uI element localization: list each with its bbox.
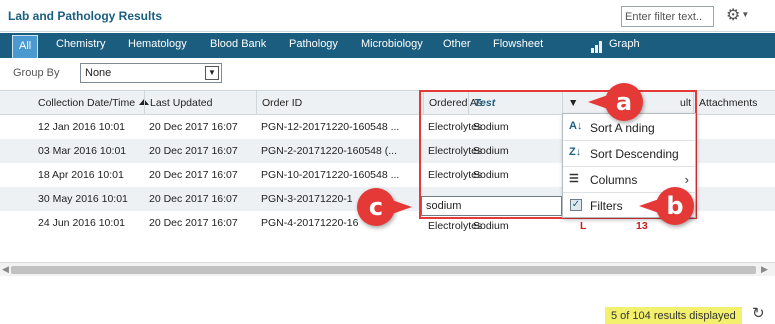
column-header-order-id[interactable]: Order ID	[256, 91, 302, 114]
tab-blood-bank[interactable]: Blood Bank	[210, 38, 266, 50]
cell-last-updated: 20 Dec 2017 16:07	[149, 145, 238, 157]
gear-icon[interactable]: ⚙▼	[726, 5, 756, 25]
cell-result: 13	[636, 220, 648, 232]
callout-c: c	[357, 188, 412, 226]
caret-down-icon: ▼	[741, 10, 750, 19]
column-filter-input[interactable]	[421, 196, 562, 216]
bar-chart-icon	[591, 41, 605, 53]
horizontal-scrollbar[interactable]: ◀ ▶	[0, 262, 775, 276]
filters-checkbox[interactable]: ✓	[570, 199, 582, 211]
sort-za-icon: Z↓	[569, 146, 582, 158]
column-header-last-updated[interactable]: Last Updated	[144, 91, 212, 114]
callout-b: b	[639, 187, 694, 225]
cell-order-id: PGN-10-20171220-160548 ...	[261, 169, 400, 181]
tab-flowsheet[interactable]: Flowsheet	[493, 38, 543, 50]
cell-collection-date: 30 May 2016 10:01	[38, 193, 128, 205]
tab-pathology[interactable]: Pathology	[289, 38, 338, 50]
cell-order-id: PGN-4-20171220-16	[261, 217, 359, 229]
group-by-select[interactable]: None ▼	[80, 63, 222, 83]
scroll-right-icon[interactable]: ▶	[761, 264, 768, 275]
cell-order-id: PGN-3-20171220-1	[261, 193, 353, 205]
cell-order-id: PGN-2-20171220-160548 (...	[261, 145, 398, 157]
tab-all[interactable]: All	[12, 35, 39, 58]
scroll-left-icon[interactable]: ◀	[2, 264, 9, 275]
chevron-down-icon: ▼	[205, 66, 219, 80]
tab-hematology[interactable]: Hematology	[128, 38, 187, 50]
cell-last-updated: 20 Dec 2017 16:07	[149, 169, 238, 181]
group-by-bar: Group By None ▼	[0, 58, 775, 88]
filter-text-input[interactable]	[621, 6, 714, 27]
cell-collection-date: 03 Mar 2016 10:01	[38, 145, 127, 157]
cell-last-updated: 20 Dec 2017 16:07	[149, 217, 238, 229]
tab-other[interactable]: Other	[443, 38, 471, 50]
panel-title: Lab and Pathology Results	[8, 9, 163, 23]
menu-item-sort-descending[interactable]: Z↓ Sort Descending	[563, 141, 695, 166]
chevron-right-icon: ›	[684, 172, 689, 187]
results-count-badge: 5 of 104 results displayed	[605, 307, 742, 324]
column-header-collection-date[interactable]: Collection Date/Time	[33, 91, 150, 114]
refresh-icon[interactable]: ↻	[752, 304, 765, 322]
columns-list-icon: ☰	[569, 173, 579, 185]
panel-header: Lab and Pathology Results ⚙▼	[0, 0, 775, 32]
tab-graph[interactable]: Graph	[609, 38, 640, 50]
sort-az-icon: A↓	[569, 120, 583, 132]
cell-collection-date: 12 Jan 2016 10:01	[38, 121, 125, 133]
group-by-label: Group By	[13, 67, 60, 79]
cell-collection-date: 18 Apr 2016 10:01	[38, 169, 124, 181]
callout-a: a	[588, 83, 643, 121]
cell-order-id: PGN-12-20171220-160548 ...	[261, 121, 400, 133]
cell-collection-date: 24 Jun 2016 10:01	[38, 217, 125, 229]
cell-flag: L	[580, 220, 587, 232]
cell-last-updated: 20 Dec 2017 16:07	[149, 121, 238, 133]
group-by-value: None	[85, 67, 112, 79]
tab-chemistry[interactable]: Chemistry	[56, 38, 106, 50]
category-tabs: All Chemistry Hematology Blood Bank Path…	[0, 33, 775, 58]
tab-microbiology[interactable]: Microbiology	[361, 38, 423, 50]
scrollbar-thumb[interactable]	[11, 266, 756, 274]
cell-last-updated: 20 Dec 2017 16:07	[149, 193, 238, 205]
column-header-attachments[interactable]: Attachments	[693, 91, 757, 114]
cell-test: Sodium	[473, 220, 509, 232]
